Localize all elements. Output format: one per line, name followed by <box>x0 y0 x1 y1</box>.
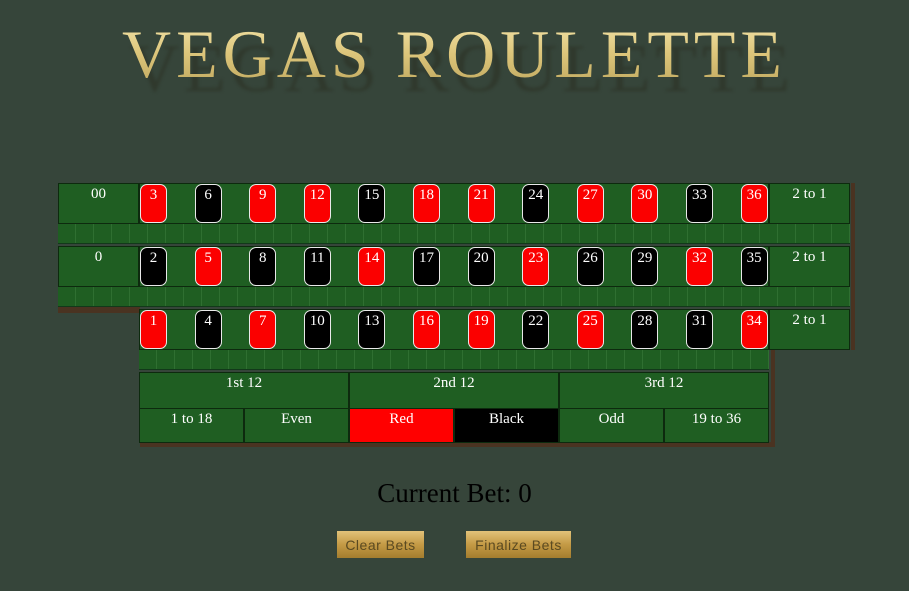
outside-bet-odd[interactable]: Odd <box>559 408 664 443</box>
outside-bet-19-to-36[interactable]: 19 to 36 <box>664 408 769 443</box>
table-shadow <box>851 183 855 350</box>
number-17[interactable]: 17 <box>413 247 440 286</box>
number-20[interactable]: 20 <box>467 247 495 286</box>
number-2[interactable]: 2 <box>140 247 167 286</box>
current-bet-display: Current Bet: 0 <box>0 478 909 509</box>
number-15[interactable]: 15 <box>358 184 386 223</box>
dozen-bet-2[interactable]: 2nd 12 <box>349 372 559 409</box>
zero-cell-0[interactable]: 0 <box>58 246 139 287</box>
number-8[interactable]: 8 <box>249 247 277 286</box>
number-row-felt <box>139 246 769 287</box>
column-bet-3[interactable]: 2 to 1 <box>769 309 850 350</box>
column-bet-2[interactable]: 2 to 1 <box>769 246 850 287</box>
number-9[interactable]: 9 <box>249 184 277 223</box>
number-33[interactable]: 33 <box>686 184 713 223</box>
number-21[interactable]: 21 <box>467 184 495 223</box>
finalize-bets-button[interactable]: Finalize Bets <box>466 531 571 558</box>
number-31[interactable]: 31 <box>686 310 713 349</box>
number-row-felt <box>139 309 769 350</box>
outside-bet-even[interactable]: Even <box>244 408 349 443</box>
split-bet-strip[interactable] <box>139 350 769 370</box>
clear-bets-button[interactable]: Clear Bets <box>337 531 424 558</box>
number-26[interactable]: 26 <box>576 247 604 286</box>
dozen-bet-3[interactable]: 3rd 12 <box>559 372 769 409</box>
page-title: VEGAS ROULETTE <box>0 14 909 94</box>
number-23[interactable]: 23 <box>522 247 550 286</box>
number-24[interactable]: 24 <box>522 184 550 223</box>
number-11[interactable]: 11 <box>303 247 331 286</box>
title-area: VEGAS ROULETTE VEGAS ROULETTE <box>0 14 909 124</box>
current-bet-label: Current Bet: <box>377 478 512 508</box>
number-18[interactable]: 18 <box>413 184 440 223</box>
number-13[interactable]: 13 <box>358 310 386 349</box>
number-4[interactable]: 4 <box>194 310 222 349</box>
dozen-bet-1[interactable]: 1st 12 <box>139 372 349 409</box>
table-shadow <box>771 350 775 446</box>
number-30[interactable]: 30 <box>631 184 659 223</box>
zero-cell-00[interactable]: 00 <box>58 183 139 224</box>
number-36[interactable]: 36 <box>740 184 768 223</box>
number-7[interactable]: 7 <box>249 310 277 349</box>
number-16[interactable]: 16 <box>413 310 440 349</box>
number-34[interactable]: 34 <box>740 310 768 349</box>
number-row-felt <box>139 183 769 224</box>
number-22[interactable]: 22 <box>522 310 550 349</box>
number-19[interactable]: 19 <box>467 310 495 349</box>
split-bet-strip[interactable] <box>58 287 850 307</box>
roulette-board: 00 0 3 6 9 12 15 18 21 24 27 30 33 36 2 5 8 11 14 17 20 23 26 2… <box>58 183 858 453</box>
outside-bet-black[interactable]: Black <box>454 408 559 443</box>
outside-bet-1-to-18[interactable]: 1 to 18 <box>139 408 244 443</box>
number-5[interactable]: 5 <box>194 247 222 286</box>
current-bet-value: 0 <box>518 478 532 508</box>
number-14[interactable]: 14 <box>358 247 386 286</box>
number-32[interactable]: 32 <box>686 247 713 286</box>
split-bet-strip[interactable] <box>58 224 850 244</box>
number-28[interactable]: 28 <box>631 310 659 349</box>
number-1[interactable]: 1 <box>140 310 167 349</box>
number-6[interactable]: 6 <box>194 184 222 223</box>
number-10[interactable]: 10 <box>303 310 331 349</box>
column-bet-1[interactable]: 2 to 1 <box>769 183 850 224</box>
number-25[interactable]: 25 <box>576 310 604 349</box>
number-12[interactable]: 12 <box>303 184 331 223</box>
number-3[interactable]: 3 <box>140 184 167 223</box>
number-27[interactable]: 27 <box>576 184 604 223</box>
number-29[interactable]: 29 <box>631 247 659 286</box>
outside-bet-red[interactable]: Red <box>349 408 454 443</box>
number-35[interactable]: 35 <box>740 247 768 286</box>
